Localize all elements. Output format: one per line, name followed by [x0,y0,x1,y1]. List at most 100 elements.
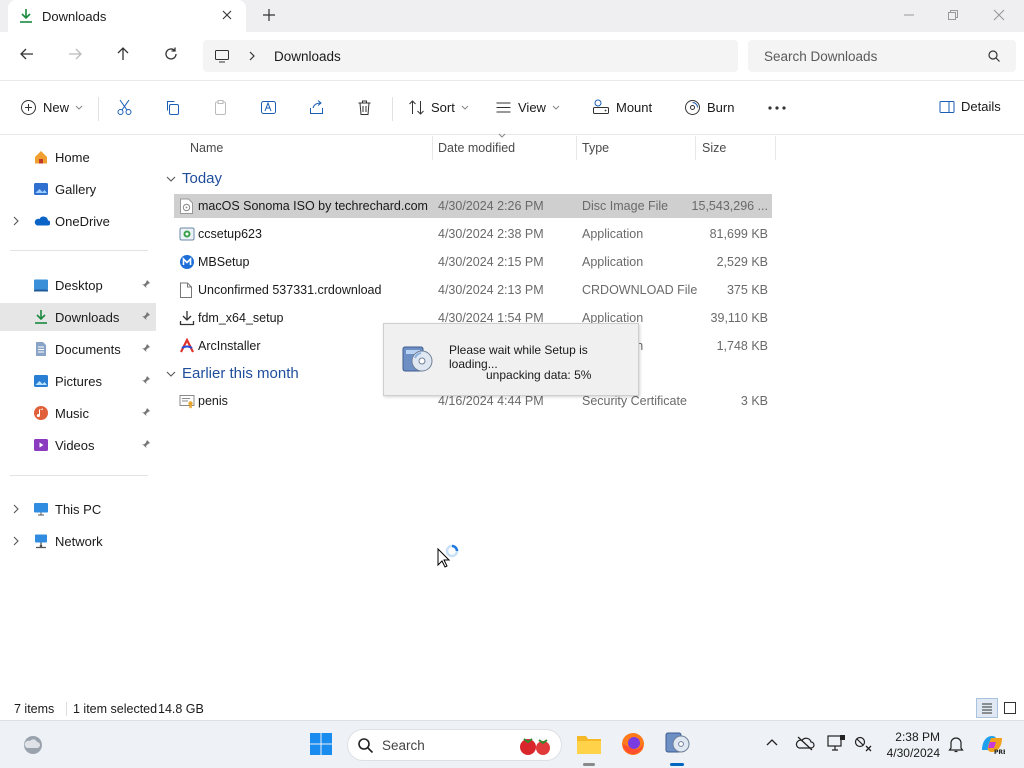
search-icon[interactable] [987,49,1001,63]
address-path-box[interactable]: Downloads [203,40,738,72]
start-windows-icon[interactable] [309,732,333,756]
new-tab-button[interactable] [262,8,276,22]
sidebar-item-label: This PC [55,502,102,517]
view-button[interactable]: View [495,99,560,116]
sidebar-item-home[interactable]: Home [0,143,156,171]
details-view-toggle[interactable] [976,698,998,718]
share-icon[interactable] [308,99,325,116]
more-options-icon[interactable] [768,106,786,110]
status-divider [66,702,67,716]
group-header-today[interactable]: Today [166,170,222,187]
column-divider[interactable] [576,136,577,160]
setup-installer-icon [400,341,434,375]
column-divider[interactable] [695,136,696,160]
back-arrow-icon[interactable] [19,46,35,62]
pin-icon [141,375,151,385]
close-tab-icon[interactable] [220,8,234,22]
setup-taskbar-icon[interactable] [664,729,690,757]
file-name: ArcInstaller [198,339,261,353]
file-size: 2,529 KB [716,255,768,269]
breadcrumb-chevron-icon [247,50,257,62]
table-row[interactable]: MBSetup 4/30/2024 2:15 PM Application 2,… [174,250,772,274]
file-name: Unconfirmed 537331.crdownload [198,283,382,297]
new-button[interactable]: New [20,99,83,116]
arc-icon [179,338,195,354]
sidebar-item-label: Documents [55,342,121,357]
taskbar-search-box[interactable]: Search [347,729,562,761]
mount-drive-icon [592,99,610,116]
file-type: Application [582,255,644,269]
network-disconnected-icon[interactable] [854,734,874,752]
display-monitor-icon[interactable] [826,734,846,752]
delete-icon[interactable] [356,99,373,116]
column-divider[interactable] [432,136,433,160]
paste-icon[interactable] [212,99,229,116]
mount-label: Mount [616,100,653,115]
table-row[interactable]: macOS Sonoma ISO by techrechard.com 4/30… [174,194,772,218]
burn-label: Burn [707,100,735,115]
tab-downloads[interactable]: Downloads [8,0,246,32]
rename-icon[interactable] [260,99,277,116]
chevron-right-icon[interactable] [11,215,21,227]
details-button[interactable]: Details [939,99,1001,114]
sort-button[interactable]: Sort [408,99,469,116]
restore-icon[interactable] [946,8,960,22]
sidebar-item-documents[interactable]: Documents [0,335,156,363]
chevron-up-icon[interactable] [765,737,779,747]
active-indicator [670,763,684,766]
sidebar-item-pictures[interactable]: Pictures [0,367,156,395]
refresh-icon[interactable] [163,46,179,62]
table-row[interactable]: ccsetup623 4/30/2024 2:38 PM Application… [174,222,772,246]
search-box[interactable]: Search Downloads [748,40,1016,72]
column-header-row: Name Date modified Type Size [156,133,776,160]
group-header-earlier-this-month[interactable]: Earlier this month [166,365,299,382]
sidebar-item-this-pc[interactable]: This PC [0,495,156,523]
documents-icon [33,341,49,357]
minimize-icon[interactable] [902,8,916,22]
home-icon [33,149,49,165]
sidebar-item-videos[interactable]: Videos [0,431,156,459]
column-divider[interactable] [775,136,776,160]
copilot-icon[interactable]: PRE [979,732,1005,756]
setup-loading-dialog[interactable]: Please wait while Setup is loading... un… [383,323,639,396]
onedrive-offline-icon[interactable] [795,735,815,751]
sidebar-item-label: Desktop [55,278,103,293]
chevron-right-icon[interactable] [11,535,21,547]
column-header-date[interactable]: Date modified [438,141,515,155]
weather-widget-icon[interactable] [22,734,44,756]
chevron-down-icon [552,105,560,111]
cut-icon[interactable] [116,99,133,116]
sidebar-item-network[interactable]: Network [0,527,156,555]
title-bar: Downloads [0,0,1024,32]
sidebar-item-music[interactable]: Music [0,399,156,427]
file-explorer-icon[interactable] [576,732,602,756]
clock-date[interactable]: 4/30/2024 [880,746,940,760]
group-label: Today [182,170,223,187]
column-header-type[interactable]: Type [582,141,609,155]
burn-button[interactable]: Burn [684,99,734,116]
mount-button[interactable]: Mount [592,99,652,116]
burn-disc-icon [684,99,701,116]
toolbar-divider [392,97,393,121]
up-arrow-icon[interactable] [115,46,131,62]
tiles-view-toggle[interactable] [1002,700,1018,716]
clock-time[interactable]: 2:38 PM [880,730,940,744]
setup-message: Please wait while Setup is loading... [449,343,588,371]
file-name: macOS Sonoma ISO by techrechard.com [198,199,428,213]
notification-bell-icon[interactable] [948,735,964,753]
forward-arrow-icon[interactable] [67,46,83,62]
table-row[interactable]: Unconfirmed 537331.crdownload 4/30/2024 … [174,278,772,302]
sidebar-item-desktop[interactable]: Desktop [0,271,156,299]
breadcrumb-downloads[interactable]: Downloads [274,49,341,64]
column-header-size[interactable]: Size [702,141,726,155]
sidebar-item-downloads[interactable]: Downloads [0,303,156,331]
column-header-name[interactable]: Name [190,141,223,155]
close-window-icon[interactable] [992,8,1006,22]
chevron-right-icon[interactable] [11,503,21,515]
monitor-icon [214,48,230,64]
sidebar-item-gallery[interactable]: Gallery [0,175,156,203]
sidebar-item-onedrive[interactable]: OneDrive [0,207,156,235]
firefox-icon[interactable] [621,732,645,756]
pin-icon [141,311,151,321]
copy-icon[interactable] [164,99,181,116]
